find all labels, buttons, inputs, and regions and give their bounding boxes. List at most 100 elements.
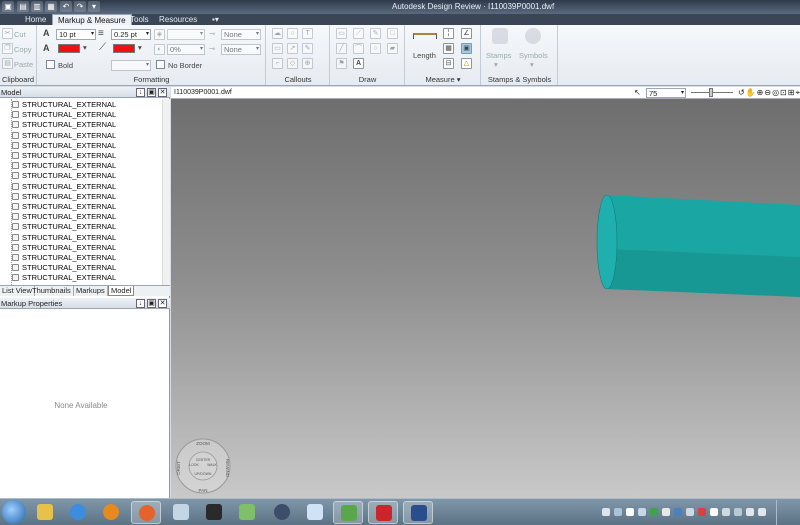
tab-home[interactable]: Home — [20, 14, 51, 25]
start-button-icon[interactable] — [2, 500, 26, 524]
measure-image-icon[interactable]: ▣ — [461, 43, 472, 54]
callout-tag-icon[interactable]: ◇ — [287, 58, 298, 69]
float-icon[interactable]: ▣ — [147, 88, 156, 97]
tree-item[interactable]: STRUCTURAL_EXTERNAL — [12, 120, 116, 130]
tree-item[interactable]: STRUCTURAL_EXTERNAL — [12, 110, 116, 120]
tree-item[interactable]: STRUCTURAL_EXTERNAL — [12, 192, 116, 202]
pin-icon[interactable]: ↓ — [136, 88, 145, 97]
line-weight-select[interactable]: 0.25 pt ▾ — [111, 29, 151, 40]
arrow-start-select[interactable]: None ▾ — [221, 29, 261, 40]
paste-button[interactable]: Paste — [14, 60, 33, 69]
tab-resources[interactable]: Resources — [154, 14, 202, 25]
volume-icon[interactable] — [746, 508, 754, 516]
tree-item[interactable]: STRUCTURAL_EXTERNAL — [12, 253, 116, 263]
tray-icon[interactable] — [614, 508, 622, 516]
stamps-button[interactable]: Stamps — [486, 51, 511, 60]
tray-icon[interactable] — [662, 508, 670, 516]
tab-markup-measure[interactable]: Markup & Measure — [52, 14, 132, 25]
tree-item[interactable]: STRUCTURAL_EXTERNAL — [12, 151, 116, 161]
tray-icon[interactable] — [650, 508, 658, 516]
taskbar-notepad[interactable] — [300, 501, 330, 524]
callout-leader-icon[interactable]: ⌐ — [272, 58, 283, 69]
network-icon[interactable] — [722, 508, 730, 516]
redo-icon[interactable]: ↷ — [74, 1, 86, 12]
line-color-swatch[interactable] — [113, 44, 135, 53]
chevron-down-icon[interactable]: ▾ — [83, 43, 87, 52]
callout-box-icon[interactable]: ▭ — [272, 43, 283, 54]
tray-icon[interactable] — [674, 508, 682, 516]
tray-icon[interactable] — [710, 508, 718, 516]
zoom-select[interactable]: 75 ▾ — [646, 88, 686, 98]
bold-checkbox[interactable] — [46, 60, 55, 69]
tray-icon[interactable] — [626, 508, 634, 516]
network-icon[interactable] — [734, 508, 742, 516]
tree-item[interactable]: STRUCTURAL_EXTERNAL — [12, 233, 116, 243]
measure-calibrate-icon[interactable]: ⊟ — [443, 58, 454, 69]
draw-highlight-icon[interactable]: ▰ — [387, 43, 398, 54]
copy-button[interactable]: Copy — [14, 45, 32, 54]
save-icon[interactable]: ▤ — [17, 1, 29, 12]
draw-rectangle-icon[interactable]: ▭ — [336, 28, 347, 39]
document-tab-title[interactable]: I110039P0001.dwf — [174, 89, 232, 96]
draw-text-icon[interactable]: A — [353, 58, 364, 69]
callout-pin-icon[interactable]: ⊕ — [302, 58, 313, 69]
tree-item[interactable]: STRUCTURAL_EXTERNAL — [12, 182, 116, 192]
draw-line-icon[interactable]: ╱ — [336, 43, 347, 54]
draw-pen-icon[interactable]: ✎ — [370, 28, 381, 39]
float-icon[interactable]: ▣ — [147, 299, 156, 308]
zoom-slider-thumb[interactable] — [709, 88, 713, 97]
steering-wheel-icon[interactable]: ZOOM PAN ORBIT REWIND CENTER WALK UP/DOW… — [174, 437, 232, 495]
open-icon[interactable]: ▥ — [31, 1, 43, 12]
close-icon[interactable]: ✕ — [158, 299, 167, 308]
tab-model[interactable]: Model — [108, 286, 135, 296]
draw-arc-icon[interactable]: ⌒ — [353, 43, 364, 54]
line-style-select[interactable]: ▾ — [111, 60, 151, 71]
taskbar-paint[interactable] — [232, 501, 262, 524]
text-color-swatch[interactable] — [58, 44, 80, 53]
measure-distance-icon[interactable]: ╎ — [443, 28, 454, 39]
tray-icon[interactable] — [602, 508, 610, 516]
callout-circle-icon[interactable]: ○ — [287, 28, 298, 39]
arrow-end-select[interactable]: None ▾ — [221, 44, 261, 55]
ribbon-options-icon[interactable]: ▪▾ — [207, 14, 224, 25]
tree-item[interactable]: STRUCTURAL_EXTERNAL — [12, 161, 116, 171]
tray-icon[interactable] — [698, 508, 706, 516]
fill-select[interactable]: ▾ — [167, 29, 205, 40]
draw-square-icon[interactable]: □ — [387, 28, 398, 39]
draw-polyline-icon[interactable]: ⟋ — [353, 28, 364, 39]
taskbar-steam[interactable] — [267, 501, 297, 524]
no-border-checkbox[interactable] — [156, 60, 165, 69]
tree-item[interactable]: STRUCTURAL_EXTERNAL — [12, 100, 116, 110]
callout-arrow-icon[interactable]: ↗ — [287, 43, 298, 54]
tree-item[interactable]: STRUCTURAL_EXTERNAL — [12, 202, 116, 212]
tree-item[interactable]: STRUCTURAL_EXTERNAL — [12, 131, 116, 141]
cut-button[interactable]: Cut — [14, 30, 26, 39]
draw-flag-icon[interactable]: ⚑ — [336, 58, 347, 69]
measure-area-icon[interactable]: ▦ — [443, 43, 454, 54]
close-icon[interactable]: ✕ — [158, 88, 167, 97]
taskbar-media-player[interactable] — [96, 501, 126, 524]
measure-group-label[interactable]: Measure ▾ — [406, 75, 480, 84]
app-menu-icon[interactable]: ▣ — [2, 1, 14, 12]
tab-tools[interactable]: Tools — [125, 14, 154, 25]
taskbar-firefox[interactable] — [131, 501, 161, 524]
font-size-select[interactable]: 10 pt ▾ — [56, 29, 96, 40]
callout-note-icon[interactable]: ✎ — [302, 43, 313, 54]
draw-circle-icon[interactable]: ○ — [370, 43, 381, 54]
measure-angle-icon[interactable]: ∠ — [461, 28, 472, 39]
symbols-button[interactable]: Symbols — [519, 51, 548, 60]
measure-length-button[interactable]: Length — [413, 51, 436, 60]
taskbar-design-review[interactable] — [403, 501, 433, 524]
tree-scrollbar[interactable] — [162, 99, 170, 285]
opacity-select[interactable]: 0% ▾ — [167, 44, 205, 55]
tab-thumbnails[interactable]: Thumbnails — [30, 286, 74, 296]
tree-item[interactable]: STRUCTURAL_EXTERNAL — [12, 141, 116, 151]
callout-cloud-icon[interactable]: ☁ — [272, 28, 283, 39]
tree-item[interactable]: STRUCTURAL_EXTERNAL — [12, 263, 116, 273]
select-cursor-icon[interactable]: ↖ — [634, 88, 641, 97]
tray-icon[interactable] — [638, 508, 646, 516]
measure-triangle-icon[interactable]: △ — [461, 58, 472, 69]
tree-item[interactable]: STRUCTURAL_EXTERNAL — [12, 222, 116, 232]
tree-item[interactable]: STRUCTURAL_EXTERNAL — [12, 171, 116, 181]
taskbar-autocad[interactable] — [368, 501, 398, 524]
